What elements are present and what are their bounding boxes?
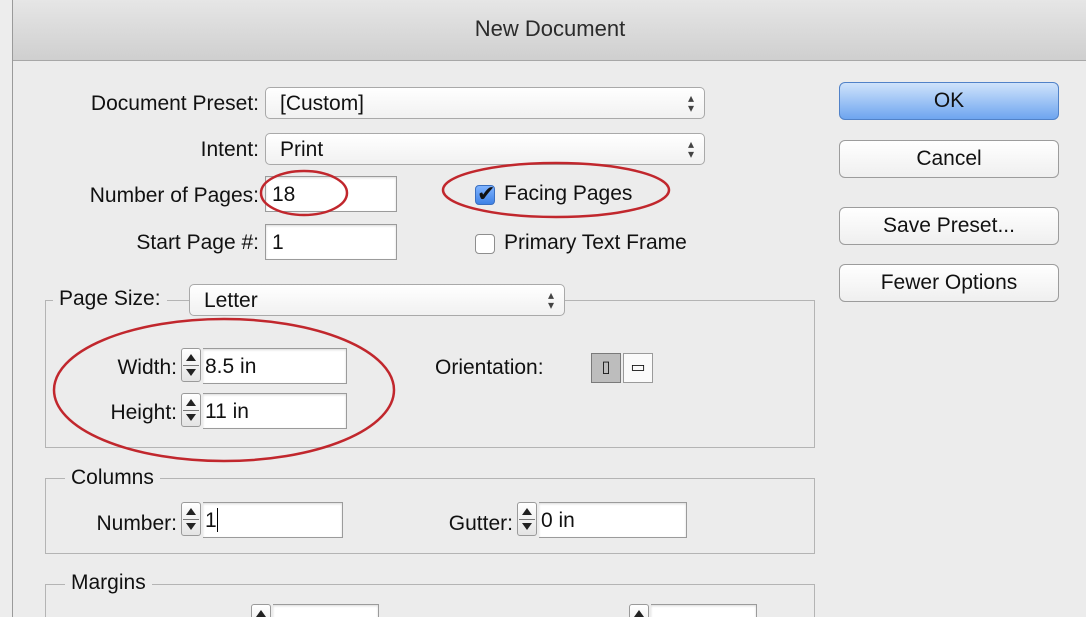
annotation-overlay bbox=[52, 161, 671, 463]
annotation-circle-pages bbox=[259, 169, 349, 217]
annotation-circle-facing bbox=[441, 161, 671, 219]
annotation-circle-size bbox=[52, 317, 396, 463]
new-document-dialog: New Document Document Preset: [Custom] ▴… bbox=[12, 0, 1086, 617]
